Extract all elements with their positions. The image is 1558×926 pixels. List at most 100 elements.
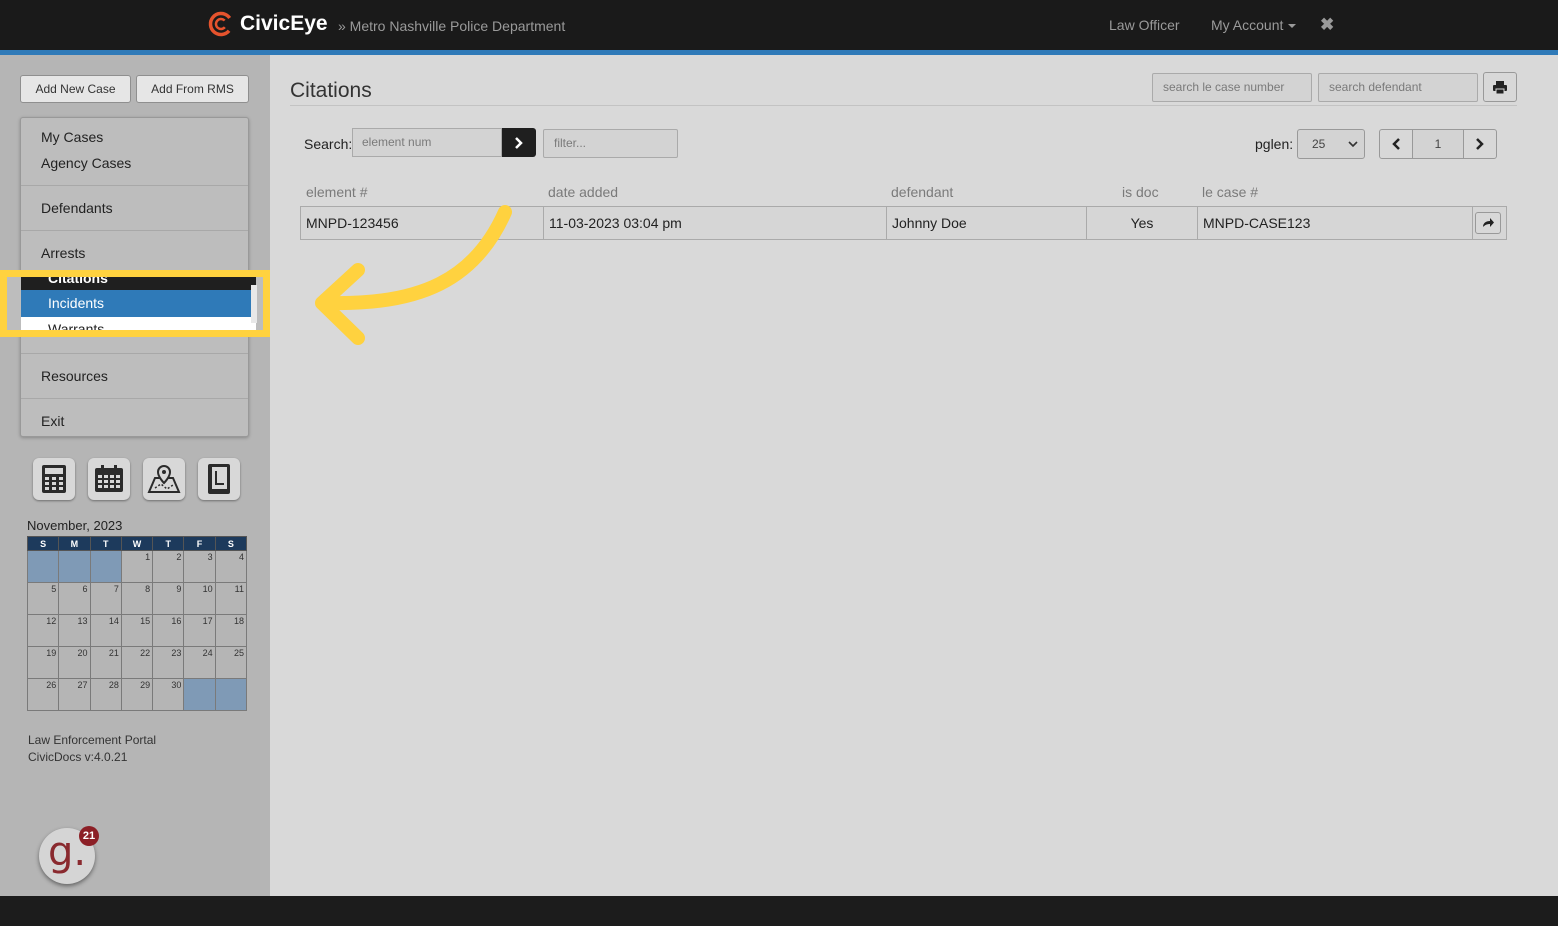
calendar-day-empty — [214, 678, 248, 711]
calendar-day[interactable]: 10 — [183, 582, 216, 615]
weekday-label: T — [152, 536, 185, 551]
calendar-day[interactable]: 16 — [152, 614, 185, 647]
sidebar-item-agency-cases[interactable]: Agency Cases — [41, 155, 131, 171]
my-account-label: My Account — [1211, 17, 1284, 33]
calendar-day[interactable]: 17 — [183, 614, 216, 647]
calendar-day[interactable]: 24 — [183, 646, 216, 679]
add-new-case-button[interactable]: Add New Case — [20, 75, 131, 103]
sidebar-item-resources[interactable]: Resources — [41, 368, 108, 384]
calendar-day[interactable]: 7 — [89, 582, 122, 615]
calendar-day[interactable]: 25 — [214, 646, 248, 679]
bottom-bar — [0, 896, 1558, 926]
calendar-day[interactable]: 14 — [89, 614, 122, 647]
calendar-day[interactable]: 6 — [58, 582, 91, 615]
search-case-number-input[interactable]: search le case number — [1152, 73, 1312, 102]
pagination: 1 — [1379, 129, 1497, 159]
next-page-button[interactable] — [1463, 129, 1497, 159]
mini-calendar: S M T W T F S 1 2 3 4 5 6 7 8 9 10 11 12… — [26, 536, 248, 711]
print-button[interactable] — [1483, 72, 1517, 102]
sidebar-item-exit[interactable]: Exit — [41, 413, 64, 429]
calendar-day[interactable]: 1 — [120, 550, 154, 583]
sidebar-item-warrants[interactable]: Warrants — [21, 317, 256, 330]
calendar-week: 19 20 21 22 23 24 25 — [26, 646, 248, 679]
sidebar-item-my-cases[interactable]: My Cases — [41, 129, 103, 145]
column-header-le-case[interactable]: le case # — [1202, 184, 1258, 200]
notification-count: 21 — [79, 826, 99, 846]
calendar-day[interactable]: 20 — [58, 646, 91, 679]
sidebar-item-defendants[interactable]: Defendants — [41, 200, 113, 216]
column-header-element[interactable]: element # — [306, 184, 367, 200]
calendar-day[interactable]: 21 — [89, 646, 122, 679]
brand[interactable]: CivicEye — [208, 11, 328, 37]
calendar-day-empty — [89, 550, 122, 583]
weekday-label: F — [183, 536, 216, 551]
add-from-rms-button[interactable]: Add From RMS — [136, 75, 249, 103]
calendar-title: November, 2023 — [27, 518, 123, 533]
calendar-day[interactable]: 29 — [120, 678, 154, 711]
calendar-day-empty — [183, 678, 216, 711]
calendar-day[interactable]: 8 — [120, 582, 154, 615]
page-title: Citations — [290, 79, 372, 102]
calendar-day-empty — [26, 550, 60, 583]
calendar-day[interactable]: 15 — [120, 614, 154, 647]
calendar-icon[interactable] — [88, 458, 130, 500]
calendar-day[interactable]: 30 — [152, 678, 185, 711]
open-record-button[interactable] — [1475, 212, 1501, 234]
calculator-icon[interactable] — [33, 458, 75, 500]
calendar-day[interactable]: 26 — [26, 678, 60, 711]
sidebar-item-citations[interactable]: Citations — [21, 277, 256, 290]
calendar-day[interactable]: 3 — [183, 550, 216, 583]
close-icon[interactable]: ✖ — [1320, 15, 1334, 35]
calendar-day[interactable]: 11 — [214, 582, 248, 615]
chevron-down-icon — [1348, 141, 1358, 148]
calendar-day[interactable]: 5 — [26, 582, 60, 615]
pointer-arrow-icon — [315, 205, 512, 345]
notification-badge-button[interactable]: g. 21 — [39, 826, 99, 884]
chevron-right-icon — [1476, 138, 1484, 150]
portal-version-info: Law Enforcement Portal CivicDocs v:4.0.2… — [28, 732, 156, 766]
map-icon[interactable] — [143, 458, 185, 500]
calendar-day[interactable]: 27 — [58, 678, 91, 711]
weekday-label: S — [26, 536, 60, 551]
search-defendant-input[interactable]: search defendant — [1318, 73, 1478, 102]
calendar-day[interactable]: 4 — [214, 550, 248, 583]
calendar-week: 5 6 7 8 9 10 11 — [26, 582, 248, 615]
page-length-select[interactable]: 25 — [1297, 129, 1365, 159]
column-header-defendant[interactable]: defendant — [891, 184, 953, 200]
chevron-right-icon — [515, 136, 523, 149]
calendar-day[interactable]: 22 — [120, 646, 154, 679]
sidebar-item-incidents[interactable]: Incidents — [21, 290, 256, 317]
main-content: Citations search le case number search d… — [270, 55, 1558, 896]
page-number-input[interactable]: 1 — [1413, 129, 1463, 159]
chevron-left-icon — [1392, 138, 1400, 150]
calendar-day[interactable]: 18 — [214, 614, 248, 647]
sidebar-item-label: Citations — [48, 277, 108, 286]
column-header-date-added[interactable]: date added — [548, 184, 618, 200]
calendar-day[interactable]: 2 — [152, 550, 185, 583]
calendar-day[interactable]: 9 — [152, 582, 185, 615]
sidebar-item-label: Warrants — [48, 321, 105, 330]
search-label: Search: — [304, 136, 353, 152]
filter-input[interactable]: filter... — [543, 129, 678, 158]
calendar-day-empty — [58, 550, 91, 583]
calendar-day[interactable]: 19 — [26, 646, 60, 679]
calendar-day[interactable]: 13 — [58, 614, 91, 647]
notebook-icon[interactable] — [198, 458, 240, 500]
nav-law-officer[interactable]: Law Officer — [1109, 17, 1180, 33]
calendar-day[interactable]: 23 — [152, 646, 185, 679]
top-navbar: CivicEye » Metro Nashville Police Depart… — [0, 0, 1558, 50]
cell-defendant: Johnny Doe — [887, 207, 1087, 239]
weekday-label: T — [89, 536, 122, 551]
print-icon — [1493, 80, 1507, 94]
column-header-is-doc[interactable]: is doc — [1122, 184, 1159, 200]
sidebar-item-arrests[interactable]: Arrests — [41, 245, 85, 261]
search-go-button[interactable] — [502, 128, 536, 157]
department-name: » Metro Nashville Police Department — [338, 18, 566, 34]
menu-divider — [21, 398, 248, 399]
calendar-day[interactable]: 28 — [89, 678, 122, 711]
previous-page-button[interactable] — [1379, 129, 1413, 159]
calendar-day[interactable]: 12 — [26, 614, 60, 647]
menu-divider — [21, 185, 248, 186]
element-number-input[interactable]: element num — [352, 128, 502, 157]
nav-my-account[interactable]: My Account — [1211, 17, 1297, 33]
